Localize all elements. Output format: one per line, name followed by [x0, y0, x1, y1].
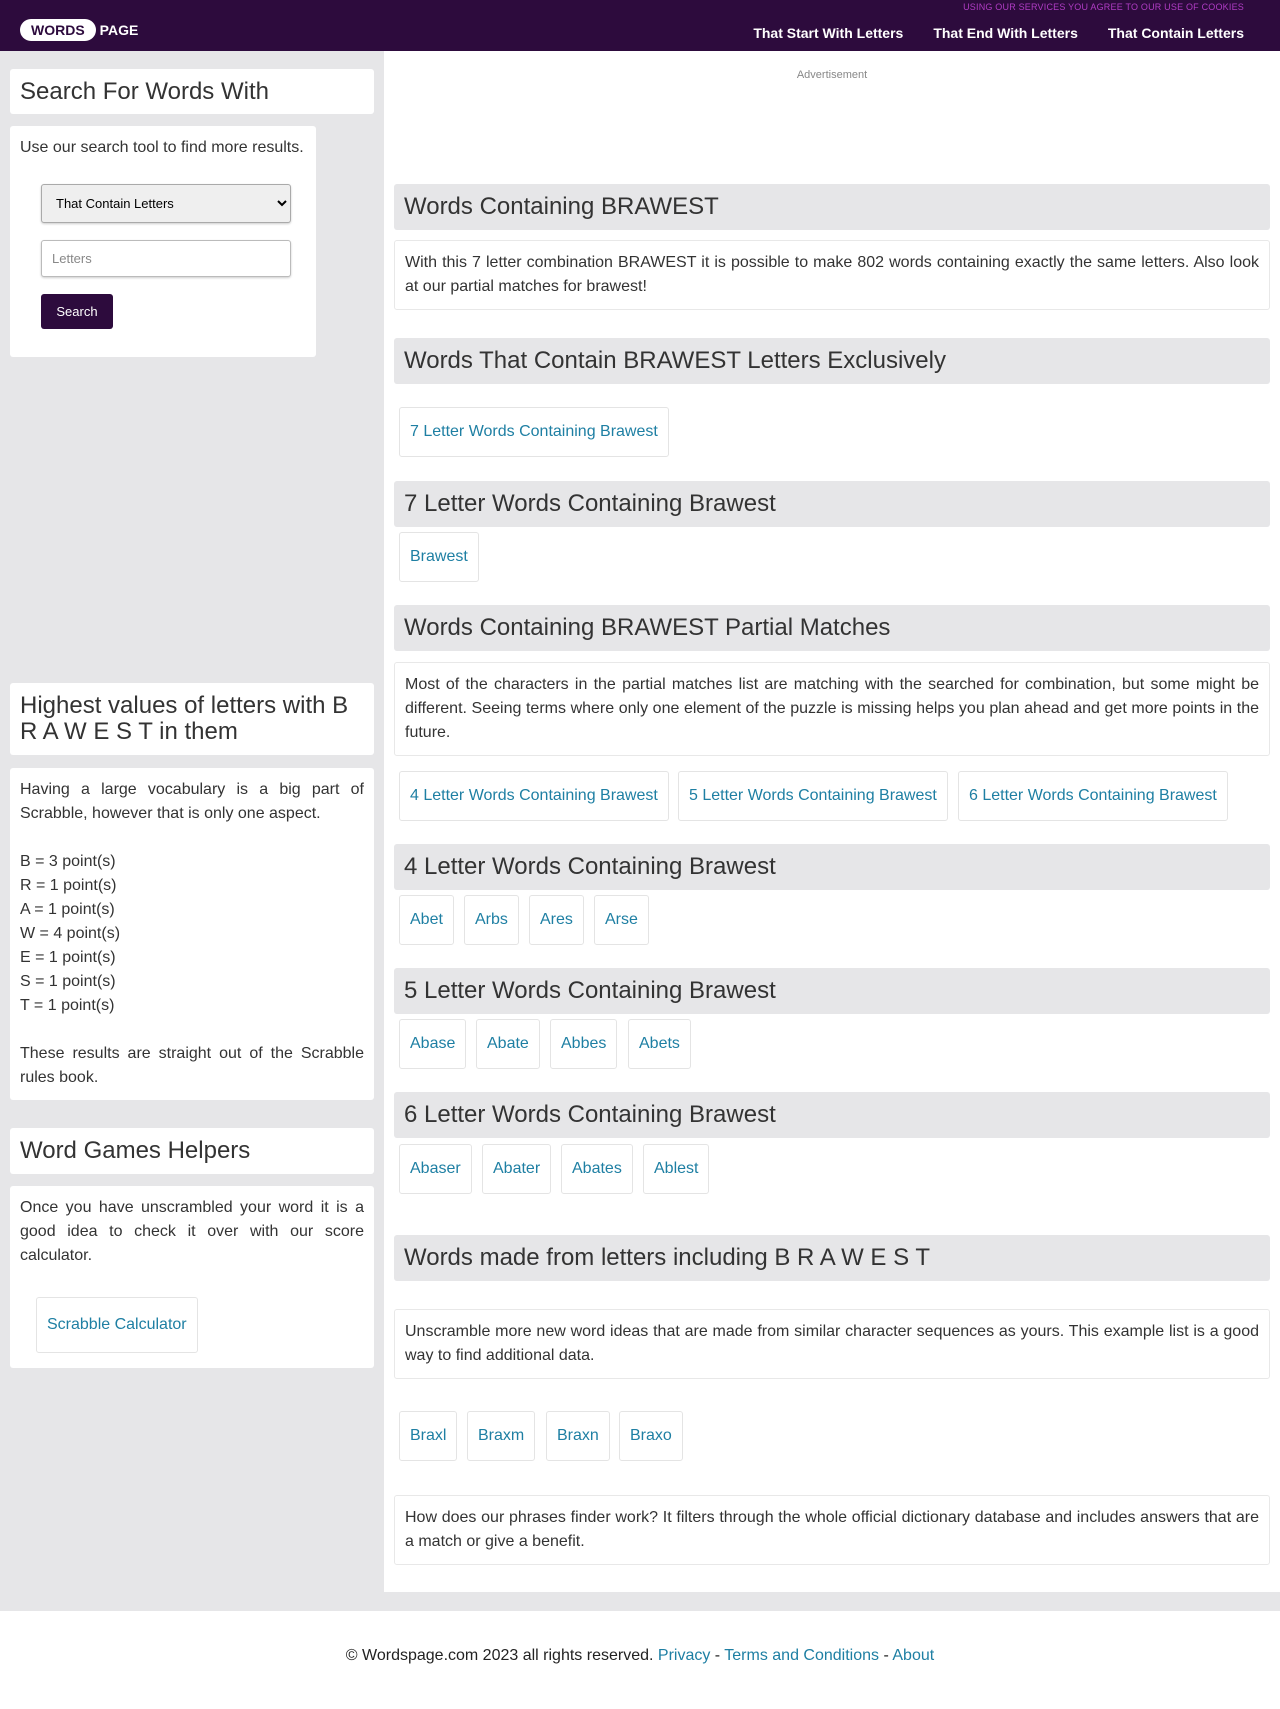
- containing-heading: Words Containing BRAWEST: [394, 184, 1270, 230]
- word-link[interactable]: Abbes: [550, 1019, 618, 1069]
- footer: © Wordspage.com 2023 all rights reserved…: [0, 1647, 1280, 1665]
- score-s: S = 1 point(s): [20, 973, 116, 990]
- partial-link-4[interactable]: 4 Letter Words Containing Brawest: [399, 771, 669, 821]
- search-button[interactable]: Search: [41, 294, 113, 329]
- score-a: A = 1 point(s): [20, 901, 115, 918]
- four-letter-heading: 4 Letter Words Containing Brawest: [394, 844, 1270, 890]
- score-t: T = 1 point(s): [20, 997, 115, 1014]
- word-link[interactable]: Brawest: [399, 532, 479, 582]
- advertisement-label: Advertisement: [796, 69, 868, 81]
- word-link[interactable]: Abaser: [399, 1144, 472, 1194]
- highest-panel: Having a large vocabulary is a big part …: [10, 768, 374, 1100]
- word-link[interactable]: Abets: [628, 1019, 691, 1069]
- partial-text: Most of the characters in the partial ma…: [394, 662, 1270, 756]
- partial-link-6[interactable]: 6 Letter Words Containing Brawest: [958, 771, 1228, 821]
- footer-separator: -: [883, 1647, 889, 1664]
- seven-letter-heading: 7 Letter Words Containing Brawest: [394, 481, 1270, 527]
- cookie-notice: USING OUR SERVICES YOU AGREE TO OUR USE …: [963, 2, 1244, 12]
- score-w: W = 4 point(s): [20, 925, 121, 942]
- word-link[interactable]: Arse: [594, 895, 649, 945]
- word-link[interactable]: Abet: [399, 895, 454, 945]
- word-link[interactable]: Braxl: [399, 1411, 458, 1461]
- logo-text: PAGE: [99, 22, 139, 38]
- word-link[interactable]: Abate: [476, 1019, 540, 1069]
- word-link[interactable]: Abater: [482, 1144, 552, 1194]
- score-e: E = 1 point(s): [20, 949, 116, 966]
- highest-content: Having a large vocabulary is a big part …: [10, 768, 374, 1100]
- search-title: Search For Words With: [20, 78, 269, 105]
- nav-start-with[interactable]: That Start With Letters: [753, 25, 903, 41]
- top-navbar: USING OUR SERVICES YOU AGREE TO OUR USE …: [0, 0, 1280, 51]
- search-intro: Use our search tool to find more results…: [20, 139, 304, 156]
- highest-outro: These results are straight out of the Sc…: [20, 1045, 364, 1086]
- five-letter-heading: 5 Letter Words Containing Brawest: [394, 968, 1270, 1014]
- privacy-link[interactable]: Privacy: [658, 1647, 710, 1664]
- word-link[interactable]: Braxm: [467, 1411, 536, 1461]
- finder-text: How does our phrases finder work? It fil…: [394, 1495, 1270, 1565]
- terms-link[interactable]: Terms and Conditions: [724, 1647, 879, 1664]
- six-letter-heading: 6 Letter Words Containing Brawest: [394, 1092, 1270, 1138]
- score-b: B = 3 point(s): [20, 853, 116, 870]
- search-title-panel: Search For Words With: [10, 69, 374, 114]
- containing-text: With this 7 letter combination BRAWEST i…: [394, 240, 1270, 310]
- highest-title: Highest values of letters with B R A W E…: [20, 692, 349, 745]
- word-link[interactable]: Braxn: [546, 1411, 610, 1461]
- highest-intro: Having a large vocabulary is a big part …: [20, 781, 364, 822]
- word-link[interactable]: Abates: [561, 1144, 633, 1194]
- content-divider: [384, 1592, 1280, 1611]
- score-r: R = 1 point(s): [20, 877, 117, 894]
- made-from-text: Unscramble more new word ideas that are …: [394, 1309, 1270, 1379]
- word-link[interactable]: Ares: [529, 895, 584, 945]
- word-link[interactable]: Braxo: [619, 1411, 683, 1461]
- partial-link-5[interactable]: 5 Letter Words Containing Brawest: [678, 771, 948, 821]
- footer-separator: -: [714, 1647, 721, 1664]
- logo-pill: WORDS: [20, 19, 96, 41]
- scrabble-calculator-link[interactable]: Scrabble Calculator: [36, 1297, 198, 1353]
- word-link[interactable]: Arbs: [464, 895, 519, 945]
- copyright: © Wordspage.com 2023 all rights reserved…: [345, 1647, 654, 1664]
- word-link[interactable]: Abase: [399, 1019, 467, 1069]
- about-link[interactable]: About: [892, 1647, 934, 1664]
- made-from-heading: Words made from letters including B R A …: [394, 1235, 1270, 1281]
- word-link[interactable]: Ablest: [643, 1144, 710, 1194]
- letters-input[interactable]: [41, 240, 291, 277]
- helpers-title: Word Games Helpers: [20, 1137, 251, 1164]
- partial-heading: Words Containing BRAWEST Partial Matches: [394, 605, 1270, 651]
- exclusive-heading: Words That Contain BRAWEST Letters Exclu…: [394, 338, 1270, 384]
- nav-contain[interactable]: That Contain Letters: [1108, 25, 1244, 41]
- highest-title-panel: Highest values of letters with B R A W E…: [10, 683, 374, 755]
- score-list: B = 3 point(s) R = 1 point(s) A = 1 poin…: [20, 850, 364, 1018]
- helpers-text: Once you have unscrambled your word it i…: [20, 1199, 364, 1264]
- site-logo[interactable]: WORDS PAGE: [20, 19, 138, 41]
- search-type-select[interactable]: That Contain Letters: [41, 184, 291, 223]
- main-nav: That Start With Letters That End With Le…: [753, 25, 1244, 41]
- exclusive-link-7[interactable]: 7 Letter Words Containing Brawest: [399, 407, 669, 457]
- helpers-title-panel: Word Games Helpers: [10, 1128, 374, 1174]
- nav-end-with[interactable]: That End With Letters: [933, 25, 1078, 41]
